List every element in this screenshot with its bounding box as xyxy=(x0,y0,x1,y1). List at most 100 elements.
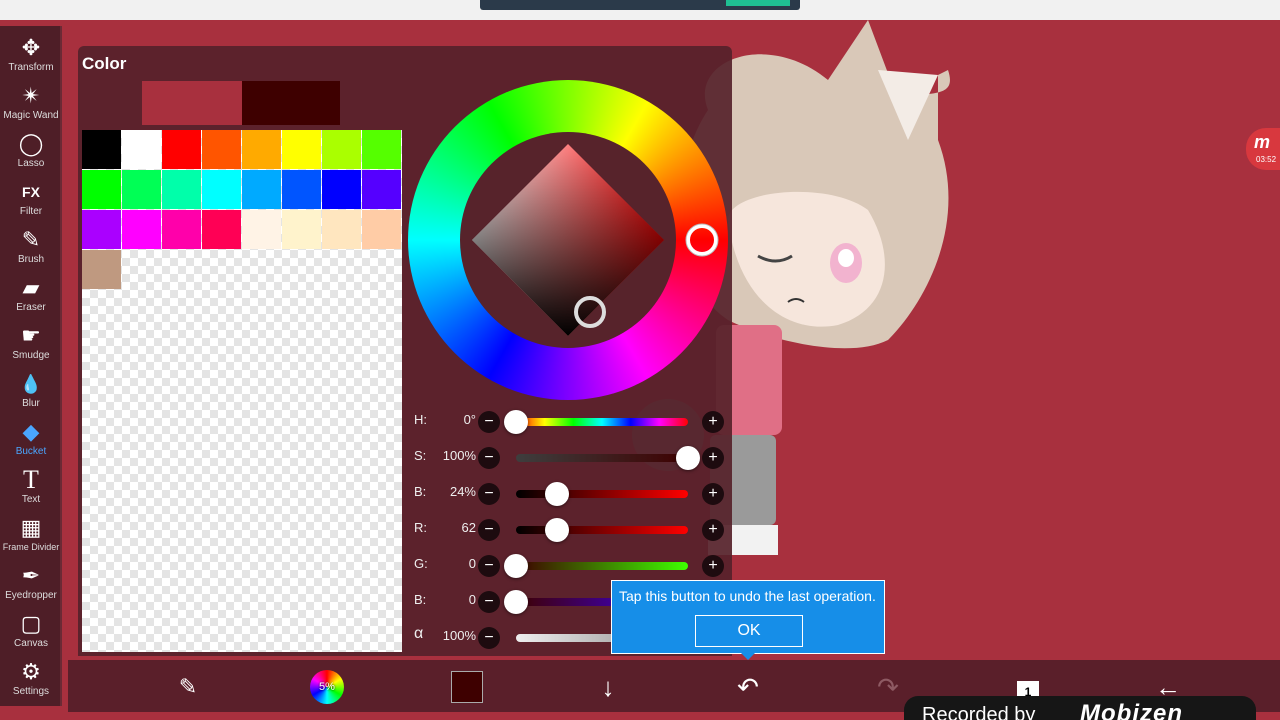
tool-magic-wand[interactable]: ✴ Magic Wand xyxy=(0,82,62,130)
color-panel: Color H: 0° − + S: 100% − + B: 24% − + R… xyxy=(78,46,732,656)
palette-swatch[interactable] xyxy=(202,170,241,209)
recorder-badge[interactable]: m 03:52 xyxy=(1246,128,1280,170)
palette-swatch[interactable] xyxy=(82,210,121,249)
plus-icon[interactable]: + xyxy=(702,447,724,469)
minus-icon[interactable]: − xyxy=(478,555,500,577)
palette-swatch[interactable] xyxy=(202,210,241,249)
tool-filter[interactable]: FX Filter xyxy=(0,178,62,226)
minus-icon[interactable]: − xyxy=(478,411,500,433)
undo-icon[interactable]: ↶ xyxy=(731,670,765,704)
red-track[interactable] xyxy=(516,526,688,534)
brush-icon: ✎ xyxy=(21,227,41,252)
tool-frame-divider[interactable]: ▦ Frame Divider xyxy=(0,514,62,562)
palette-swatch[interactable] xyxy=(362,210,401,249)
palette-swatch[interactable] xyxy=(242,210,281,249)
undo-tooltip: Tap this button to undo the last operati… xyxy=(611,580,885,654)
slider-hue: H: 0° − + xyxy=(412,406,732,436)
lasso-icon: ◯ xyxy=(18,131,44,156)
pen-eraser-toggle-icon[interactable]: ✎ xyxy=(171,670,205,704)
current-color-swatch[interactable] xyxy=(142,81,242,125)
tool-brush[interactable]: ✎ Brush xyxy=(0,226,62,274)
palette-swatch[interactable] xyxy=(82,170,121,209)
green-knob[interactable] xyxy=(504,554,528,578)
saturation-track[interactable] xyxy=(516,454,688,462)
minus-icon[interactable]: − xyxy=(478,627,500,649)
down-arrow-icon[interactable]: ↓ xyxy=(591,670,625,704)
palette-swatch[interactable] xyxy=(282,130,321,169)
eraser-icon: ▰ xyxy=(22,275,40,300)
slider-green: G: 0 − + xyxy=(412,550,732,580)
tool-blur[interactable]: 💧 Blur xyxy=(0,370,62,418)
eyedropper-icon: ✒ xyxy=(21,563,41,588)
red-knob[interactable] xyxy=(545,518,570,542)
plus-icon[interactable]: + xyxy=(702,555,724,577)
frame-divider-icon: ▦ xyxy=(20,515,42,540)
redo-icon[interactable]: ↷ xyxy=(871,670,905,704)
tool-eyedropper[interactable]: ✒ Eyedropper xyxy=(0,562,62,610)
tool-eraser[interactable]: ▰ Eraser xyxy=(0,274,62,322)
minus-icon[interactable]: − xyxy=(478,519,500,541)
color-palette xyxy=(82,130,402,652)
ok-button[interactable]: OK xyxy=(695,615,803,647)
hue-track[interactable] xyxy=(516,418,688,426)
color-wheel[interactable] xyxy=(408,80,728,400)
palette-swatch[interactable] xyxy=(282,170,321,209)
slider-red: R: 62 − + xyxy=(412,514,732,544)
brightness-track[interactable] xyxy=(516,490,688,498)
tool-settings[interactable]: ⚙ Settings xyxy=(0,658,62,706)
sv-diamond[interactable] xyxy=(408,80,728,400)
hue-knob[interactable] xyxy=(504,410,528,434)
recorder-logo-icon: m xyxy=(1254,132,1271,152)
move-arrows-icon: ✥ xyxy=(21,35,41,60)
color-wheel-button[interactable]: 5% xyxy=(310,670,344,704)
canvas-icon: ▢ xyxy=(20,611,42,636)
minus-icon[interactable]: − xyxy=(478,483,500,505)
panel-title: Color xyxy=(82,54,127,73)
palette-swatch[interactable] xyxy=(322,170,361,209)
palette-swatch[interactable] xyxy=(242,170,281,209)
fx-icon: FX xyxy=(22,184,40,200)
tool-canvas[interactable]: ▢ Canvas xyxy=(0,610,62,658)
palette-swatch[interactable] xyxy=(202,130,241,169)
palette-swatch[interactable] xyxy=(282,210,321,249)
current-color-button[interactable] xyxy=(451,670,485,704)
blue-knob[interactable] xyxy=(504,590,528,614)
palette-swatch[interactable] xyxy=(162,130,201,169)
tooltip-arrow xyxy=(741,653,755,660)
palette-swatch[interactable] xyxy=(122,170,161,209)
drop-icon: 💧 xyxy=(19,374,43,394)
palette-swatch[interactable] xyxy=(122,210,161,249)
saturation-knob[interactable] xyxy=(676,446,700,470)
tool-text[interactable]: T Text xyxy=(0,466,62,514)
tool-lasso[interactable]: ◯ Lasso xyxy=(0,130,62,178)
plus-icon[interactable]: + xyxy=(702,483,724,505)
tool-transform[interactable]: ✥ Transform xyxy=(0,34,62,82)
plus-icon[interactable]: + xyxy=(702,411,724,433)
minus-icon[interactable]: − xyxy=(478,447,500,469)
previous-color-swatch[interactable] xyxy=(242,81,340,125)
palette-swatch[interactable] xyxy=(162,210,201,249)
mobizen-logo: Mobizen xyxy=(1080,700,1183,720)
magic-wand-icon: ✴ xyxy=(21,83,41,108)
palette-swatch[interactable] xyxy=(322,210,361,249)
tool-bucket[interactable]: ◆ Bucket xyxy=(0,418,62,466)
palette-swatch[interactable] xyxy=(82,130,121,169)
tool-smudge[interactable]: ☛ Smudge xyxy=(0,322,62,370)
green-track[interactable] xyxy=(516,562,688,570)
plus-icon[interactable]: + xyxy=(702,519,724,541)
current-color-icon xyxy=(451,671,483,703)
palette-swatch[interactable] xyxy=(362,130,401,169)
brightness-knob[interactable] xyxy=(545,482,570,506)
palette-swatch[interactable] xyxy=(162,170,201,209)
palette-swatch[interactable] xyxy=(322,130,361,169)
minus-icon[interactable]: − xyxy=(478,591,500,613)
palette-swatch[interactable] xyxy=(82,250,121,289)
slider-saturation: S: 100% − + xyxy=(412,442,732,472)
slider-brightness: B: 24% − + xyxy=(412,478,732,508)
palette-swatch[interactable] xyxy=(122,130,161,169)
palette-swatch[interactable] xyxy=(362,170,401,209)
palette-swatch[interactable] xyxy=(242,130,281,169)
notification-snippet xyxy=(480,0,800,10)
text-icon: T xyxy=(23,465,39,494)
smudge-icon: ☛ xyxy=(21,323,41,348)
